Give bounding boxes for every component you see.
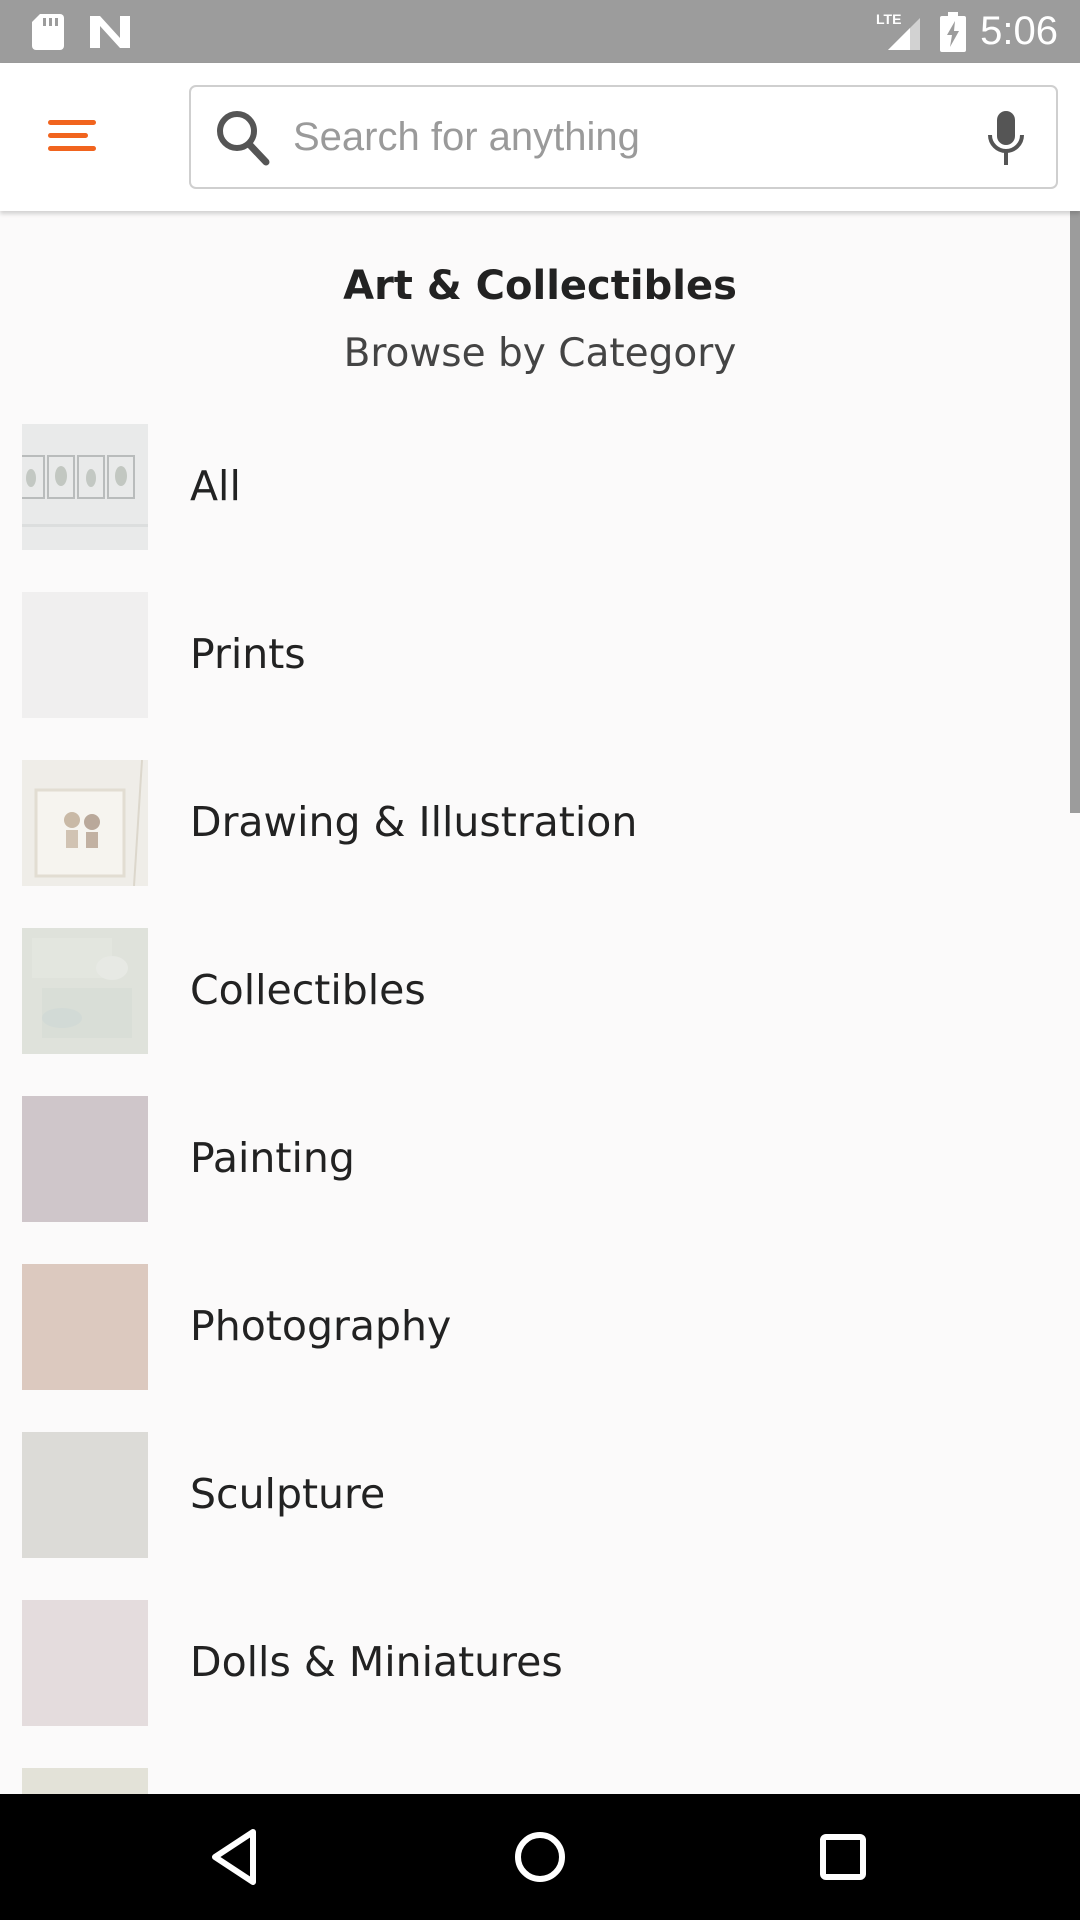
category-thumbnail xyxy=(22,1432,148,1558)
microphone-icon[interactable] xyxy=(986,111,1026,167)
page-title: Art & Collectibles xyxy=(343,263,737,309)
category-label: Dolls & Miniatures xyxy=(190,1638,563,1686)
category-label: All xyxy=(190,462,241,510)
category-item-prints[interactable]: Prints xyxy=(0,592,1070,760)
category-thumbnail xyxy=(22,1096,148,1222)
search-input[interactable] xyxy=(293,87,943,187)
sd-card-icon xyxy=(32,14,64,50)
category-item-photography[interactable]: Photography xyxy=(0,1264,1070,1432)
category-thumbnail xyxy=(22,1768,148,1794)
category-item-partial[interactable] xyxy=(0,1768,1070,1794)
category-item-all[interactable]: All xyxy=(0,424,1070,592)
category-label: Prints xyxy=(190,630,306,678)
lte-label: LTE xyxy=(876,11,901,27)
category-page: Art & Collectibles Browse by Category Al… xyxy=(0,211,1080,1794)
category-thumbnail xyxy=(22,592,148,718)
navigation-bar xyxy=(0,1794,1080,1920)
category-item-collectibles[interactable]: Collectibles xyxy=(0,928,1070,1096)
category-label: Sculpture xyxy=(190,1470,386,1518)
category-label: Drawing & Illustration xyxy=(190,798,638,846)
category-thumbnail xyxy=(22,928,148,1054)
category-label: Painting xyxy=(190,1134,355,1182)
category-item-painting[interactable]: Painting xyxy=(0,1096,1070,1264)
status-bar: LTE 5:06 xyxy=(0,0,1080,63)
category-item-sculpture[interactable]: Sculpture xyxy=(0,1432,1070,1600)
page-subtitle: Browse by Category xyxy=(343,331,737,376)
back-icon[interactable] xyxy=(201,1824,271,1890)
category-list: All Prints Drawing & Illustration Collec… xyxy=(0,424,1070,1794)
category-thumbnail xyxy=(22,760,148,886)
category-item-dolls-miniatures[interactable]: Dolls & Miniatures xyxy=(0,1600,1070,1768)
category-thumbnail xyxy=(22,1600,148,1726)
top-app-bar xyxy=(0,63,1080,211)
search-icon xyxy=(217,111,270,166)
category-thumbnail xyxy=(22,424,148,550)
category-label: Photography xyxy=(190,1302,452,1350)
battery-charging-icon xyxy=(940,12,966,52)
category-item-drawing-illustration[interactable]: Drawing & Illustration xyxy=(0,760,1070,928)
recents-icon[interactable] xyxy=(808,1824,878,1890)
status-time: 5:06 xyxy=(980,9,1058,53)
category-label: Collectibles xyxy=(190,966,426,1014)
menu-button[interactable] xyxy=(38,105,108,165)
category-thumbnail xyxy=(22,1264,148,1390)
n-notification-icon xyxy=(90,16,130,48)
home-icon[interactable] xyxy=(505,1824,575,1890)
search-bar[interactable] xyxy=(189,85,1058,189)
lte-signal-icon: LTE xyxy=(876,11,920,50)
